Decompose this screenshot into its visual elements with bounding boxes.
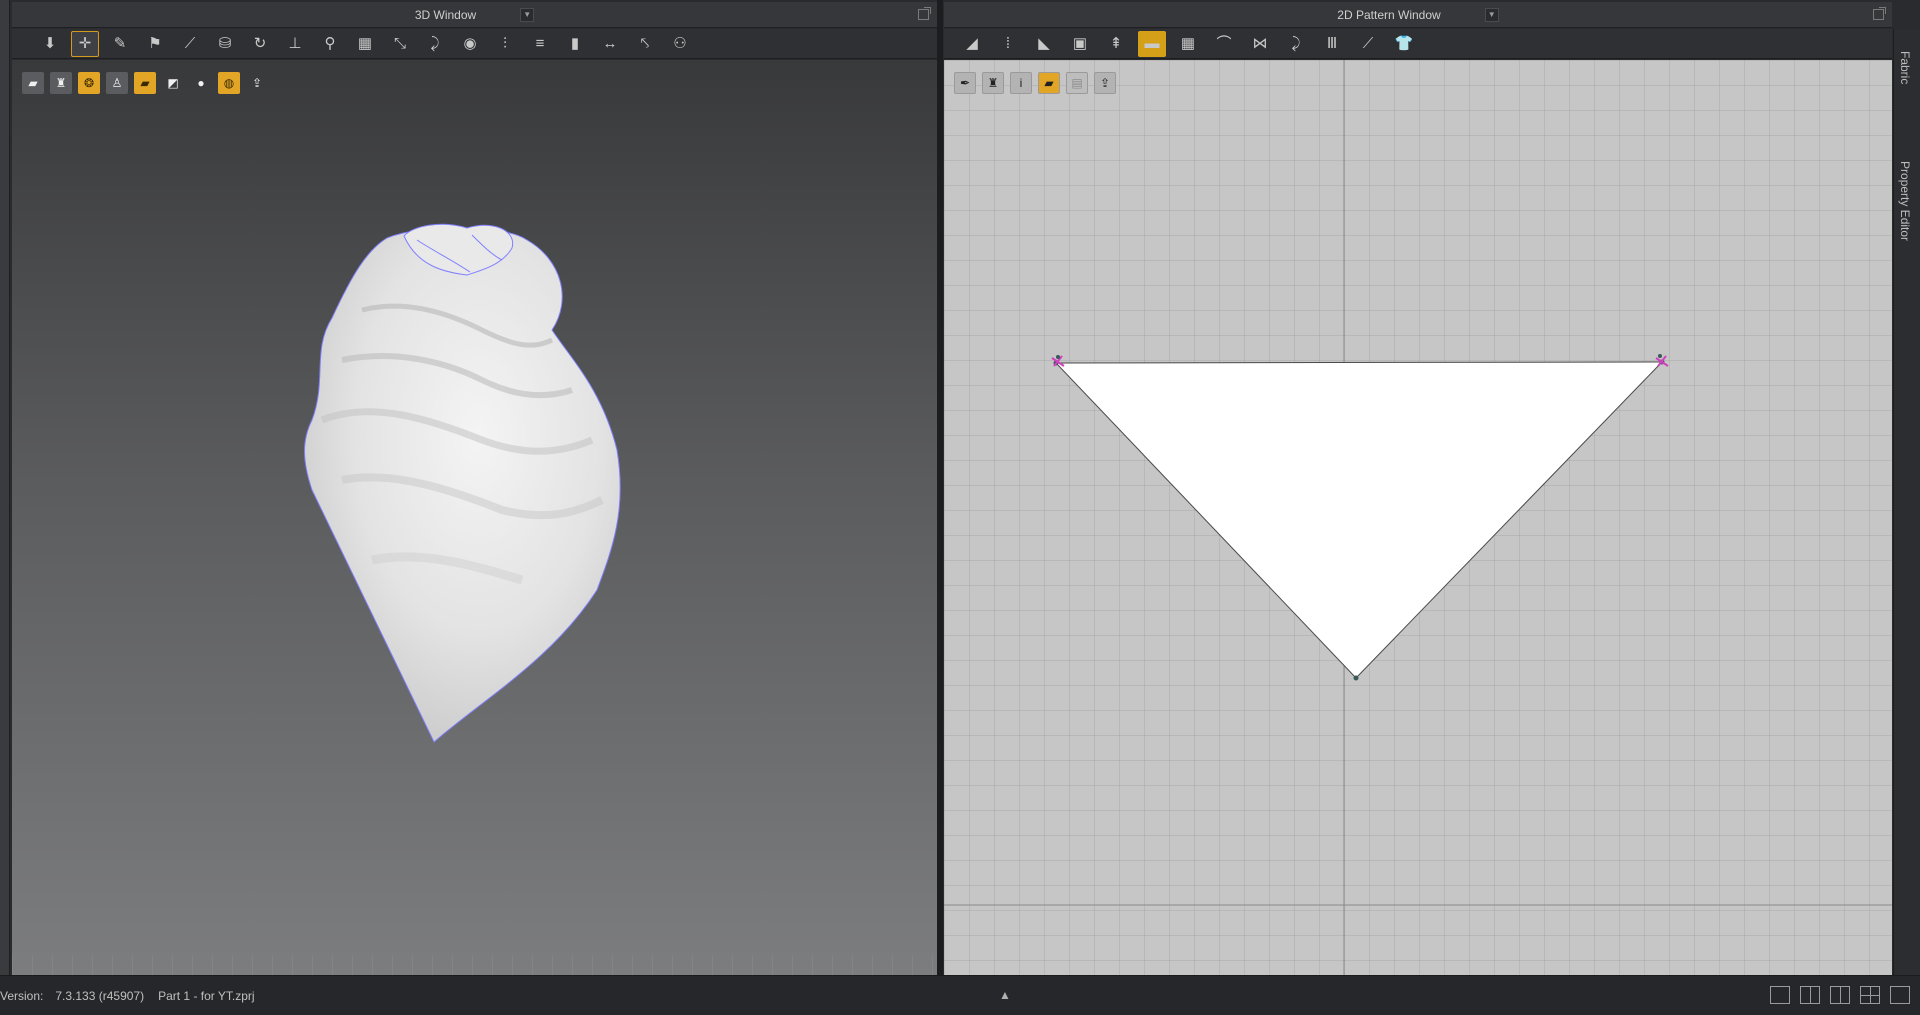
texture-icon: ▬ (1144, 35, 1160, 52)
grid-2d-icon: ▦ (1180, 35, 1196, 52)
gather-icon: ⚑ (148, 35, 162, 52)
pleat-icon: Ⅲ (1326, 35, 1338, 52)
button-icon: ◉ (463, 35, 477, 52)
version-value: 7.3.133 (r45907) (55, 988, 145, 1003)
circumference-button[interactable]: ↔ (596, 31, 624, 57)
measure-icon: ▮ (570, 35, 580, 52)
viewport-2d[interactable]: ✒ ♜ i ▰ ▤ ⇪ (944, 60, 1892, 975)
tack-icon: ⚲ (324, 35, 336, 52)
rectangle-button[interactable]: ▣ (1066, 31, 1094, 57)
layout-three-icon[interactable] (1830, 986, 1850, 1004)
select-mesh-button[interactable]: ⬇ (36, 31, 64, 57)
transform-pattern-icon: ◢ (966, 35, 978, 52)
garment-icon: 👕 (1394, 35, 1414, 52)
zipper-button[interactable]: ⫶ (491, 31, 519, 57)
fold-icon: ⌒ (1216, 35, 1232, 52)
garment-button[interactable]: 👕 (1390, 31, 1418, 57)
internal-line-button[interactable]: ⇞ (1102, 31, 1130, 57)
cut-icon: ⤡ (393, 35, 406, 52)
version-label: Version: (0, 988, 44, 1003)
window-2d-dropdown[interactable]: ▼ (1484, 7, 1499, 22)
grid-2d-button[interactable]: ▦ (1174, 31, 1202, 57)
layout-custom-icon[interactable] (1890, 986, 1910, 1004)
pleat-button[interactable]: Ⅲ (1318, 31, 1346, 57)
move-button[interactable]: ✛ (71, 30, 99, 57)
rotate-icon: ↻ (253, 35, 267, 52)
rotate-button[interactable]: ↻ (246, 31, 274, 57)
floor-grid (12, 955, 937, 975)
pattern-point (1353, 675, 1359, 681)
polygon-icon: ◣ (1038, 35, 1050, 52)
texture-button[interactable]: ▬ (1138, 30, 1166, 57)
tape-button[interactable]: ⤣ (631, 31, 659, 57)
pattern-canvas[interactable] (944, 60, 1892, 975)
layout-quad-icon[interactable] (1860, 986, 1880, 1004)
zipper-icon: ⫶ (503, 35, 507, 52)
mesh-grid-icon: ▦ (357, 35, 373, 52)
arrangement-icon: ⛁ (218, 35, 232, 52)
layout-single-icon[interactable] (1770, 986, 1790, 1004)
status-bar: Version: 7.3.133 (r45907) Part 1 - for Y… (0, 975, 1920, 1015)
arrangement-button[interactable]: ⛁ (211, 31, 239, 57)
pin-button[interactable]: ⊥ (281, 31, 309, 57)
sew-icon: ⤸ (430, 35, 440, 52)
right-dock: Fabric Property Editor (1893, 29, 1920, 975)
seam-segment-button[interactable]: ⋈ (1246, 31, 1274, 57)
pin-icon: ⊥ (288, 35, 302, 52)
window-3d-title: 3D Window (414, 7, 477, 22)
draw-line-button[interactable]: ⟋ (176, 31, 204, 57)
edit-pattern-button[interactable]: ⁞ (994, 31, 1022, 57)
window-3d-maximize-icon[interactable] (918, 7, 931, 20)
viewport-3d[interactable]: ▰ ♜ ❂ ♙ ▰ ◩ ● ◍ ⇪ (12, 60, 937, 975)
triangle-pattern-piece (1054, 361, 1664, 679)
fold-button[interactable]: ⌒ (1210, 31, 1238, 57)
puckering-icon: ≡ (535, 35, 545, 52)
tack-button[interactable]: ⚲ (316, 31, 344, 57)
layout-split-icon[interactable] (1800, 986, 1820, 1004)
free-sewing-icon: ⤸ (1291, 35, 1301, 52)
internal-line-icon: ⇞ (1109, 35, 1123, 52)
transform-pattern-button[interactable]: ◢ (958, 31, 986, 57)
window-2d-titlebar: 2D Pattern Window ▼ (944, 2, 1892, 28)
trace-icon: ⟋ (1362, 35, 1374, 52)
gather-button[interactable]: ⚑ (141, 31, 169, 57)
left-dock-strip[interactable] (0, 0, 10, 975)
free-sewing-button[interactable]: ⤸ (1282, 31, 1310, 57)
mesh-grid-button[interactable]: ▦ (351, 31, 379, 57)
draw-line-icon: ⟋ (184, 35, 196, 52)
button-button[interactable]: ◉ (456, 31, 484, 57)
toolbar-3d: ⬇ ✛ ✎ ⚑ ⟋ ⛁ ↻ ⊥ ⚲ ▦ ⤡ ⤸ ◉ ⫶ ≡ ▮ ↔ ⤣ ⚇ (12, 29, 937, 59)
select-mesh-icon: ⬇ (43, 35, 57, 52)
measure-button[interactable]: ▮ (561, 31, 589, 57)
toolbar-2d: ◢ ⁞ ◣ ▣ ⇞ ▬ ▦ ⌒ ⋈ ⤸ Ⅲ ⟋ 👕 (944, 29, 1892, 59)
tab-property-editor[interactable]: Property Editor (1898, 161, 1912, 241)
window-2d-title: 2D Pattern Window (1337, 7, 1441, 22)
move-icon: ✛ (78, 35, 92, 52)
rectangle-icon: ▣ (1072, 35, 1088, 52)
edit-pattern-icon: ⁞ (1005, 35, 1011, 52)
window-3d-titlebar: 3D Window ▼ (12, 2, 937, 28)
avatar-pose-button[interactable]: ⚇ (666, 31, 694, 57)
sew-button[interactable]: ⤸ (421, 31, 449, 57)
tab-fabric[interactable]: Fabric (1898, 51, 1912, 84)
puckering-button[interactable]: ≡ (526, 31, 554, 57)
brush-icon: ✎ (113, 35, 127, 52)
layout-switcher (1770, 986, 1910, 1004)
tape-icon: ⤣ (640, 35, 650, 52)
trace-button[interactable]: ⟋ (1354, 31, 1382, 57)
window-3d-dropdown[interactable]: ▼ (520, 7, 535, 22)
garment-3d-scarf[interactable] (12, 60, 937, 975)
expand-up-icon[interactable]: ▲ (999, 988, 1011, 1002)
window-splitter[interactable] (937, 0, 943, 975)
avatar-pose-icon: ⚇ (673, 35, 687, 52)
app-window: 3D Window ▼ 2D Pattern Window ▼ ⬇ ✛ ✎ ⚑ ⟋ ⛁ ↻ ⊥… (0, 0, 1920, 1015)
circumference-icon: ↔ (602, 35, 618, 52)
file-name: Part 1 - for YT.zprj (158, 988, 255, 1003)
brush-button[interactable]: ✎ (106, 31, 134, 57)
seam-segment-icon: ⋈ (1252, 35, 1268, 52)
polygon-button[interactable]: ◣ (1030, 31, 1058, 57)
cut-button[interactable]: ⤡ (386, 31, 414, 57)
window-2d-maximize-icon[interactable] (1873, 7, 1886, 20)
